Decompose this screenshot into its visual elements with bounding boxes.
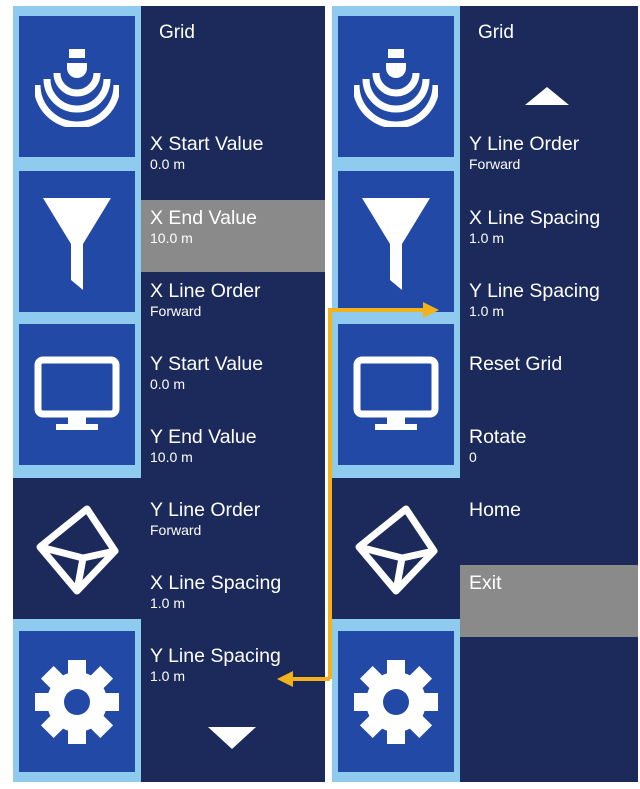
item-label: Y Line Order [150, 499, 261, 521]
menu-item-rotate[interactable]: Rotate 0 [460, 419, 638, 491]
menu-item-y-end-value[interactable]: Y End Value 10.0 m [141, 419, 325, 491]
item-value: Forward [150, 303, 202, 319]
item-value: 1.0 m [469, 230, 505, 246]
item-label: X End Value [150, 207, 257, 229]
grid-menu: Grid X Start Value 0.0 m X End Value 10.… [141, 6, 325, 782]
item-label: Rotate [469, 426, 527, 448]
item-value: 1.0 m [469, 303, 505, 319]
item-label: Y Line Spacing [469, 280, 600, 302]
menu-title: Grid [478, 22, 514, 43]
right-panel: Grid Y Line Order Forward X Line Spacing… [332, 6, 638, 782]
menu-item-x-line-spacing[interactable]: X Line Spacing 1.0 m [460, 200, 638, 272]
item-label: Reset Grid [469, 353, 563, 375]
item-label: X Line Order [150, 280, 261, 302]
item-value: 10.0 m [150, 449, 193, 465]
funnel-tile[interactable] [19, 171, 135, 312]
menu-item-x-line-spacing[interactable]: X Line Spacing 1.0 m [141, 565, 325, 637]
item-label: Y End Value [150, 426, 257, 448]
monitor-icon [353, 356, 439, 430]
menu-title: Grid [159, 22, 195, 43]
menu-item-home[interactable]: Home [460, 492, 638, 564]
menu-item-exit[interactable]: Exit [460, 565, 638, 637]
scroll-up-arrow-icon[interactable] [525, 87, 569, 105]
sonar-tile[interactable] [338, 16, 454, 157]
icon-rail [13, 6, 141, 782]
grid-menu: Grid Y Line Order Forward X Line Spacing… [460, 6, 638, 782]
item-value: Forward [150, 522, 202, 538]
gear-icon [354, 659, 438, 744]
funnel-icon [362, 197, 430, 290]
menu-item-y-line-spacing[interactable]: Y Line Spacing 1.0 m [460, 273, 638, 345]
sonar-icon [354, 48, 438, 127]
funnel-tile[interactable] [338, 171, 454, 312]
menu-item-y-line-order[interactable]: Y Line Order Forward [141, 492, 325, 564]
item-label: X Line Spacing [150, 572, 282, 594]
item-label: Y Line Order [469, 133, 580, 155]
monitor-tile[interactable] [338, 324, 454, 465]
item-label: Exit [469, 572, 502, 594]
item-value: 1.0 m [150, 668, 186, 684]
menu-item-x-end-value[interactable]: X End Value 10.0 m [141, 200, 325, 272]
item-label: X Start Value [150, 133, 264, 155]
icon-rail [332, 6, 460, 782]
item-label: Y Start Value [150, 353, 264, 375]
item-value: 10.0 m [150, 230, 193, 246]
item-label: Home [469, 499, 522, 521]
item-value: Forward [469, 156, 521, 172]
item-label: Y Line Spacing [150, 645, 281, 667]
funnel-icon [43, 197, 111, 290]
menu-item-y-line-order[interactable]: Y Line Order Forward [460, 126, 638, 198]
item-value: 1.0 m [150, 595, 186, 611]
cube-icon [355, 505, 438, 594]
menu-item-y-start-value[interactable]: Y Start Value 0.0 m [141, 346, 325, 418]
gear-icon [35, 659, 119, 744]
item-value: 0 [469, 449, 477, 465]
sonar-tile[interactable] [19, 16, 135, 157]
menu-item-y-line-spacing[interactable]: Y Line Spacing 1.0 m [141, 638, 325, 710]
monitor-tile[interactable] [19, 324, 135, 465]
sonar-icon [35, 48, 119, 127]
menu-item-x-start-value[interactable]: X Start Value 0.0 m [141, 126, 325, 198]
item-value: 0.0 m [150, 376, 186, 392]
scroll-down-arrow-icon[interactable] [208, 727, 256, 749]
monitor-icon [34, 356, 120, 430]
item-label: X Line Spacing [469, 207, 601, 229]
item-value: 0.0 m [150, 156, 186, 172]
cube-tile[interactable] [332, 478, 460, 619]
left-panel: Grid X Start Value 0.0 m X End Value 10.… [13, 6, 325, 782]
menu-item-x-line-order[interactable]: X Line Order Forward [141, 273, 325, 345]
cube-icon [36, 505, 119, 594]
gear-tile[interactable] [19, 631, 135, 772]
gear-tile[interactable] [338, 631, 454, 772]
menu-item-reset-grid[interactable]: Reset Grid [460, 346, 638, 418]
cube-tile[interactable] [13, 478, 141, 619]
